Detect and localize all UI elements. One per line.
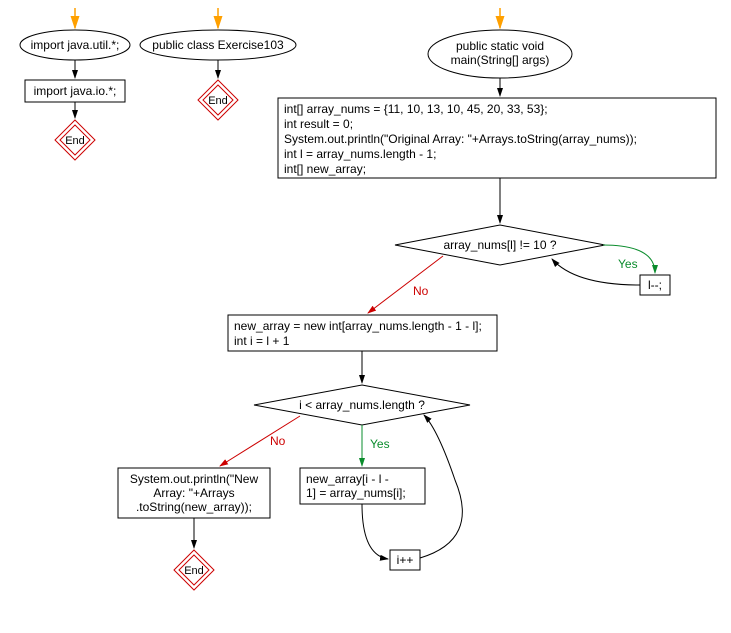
text-cond1: array_nums[l] != 10 ? [443,238,556,252]
edge-loop-2 [420,415,462,558]
text-init-l3: System.out.println("Original Array: "+Ar… [284,132,637,146]
text-newarray-l1: new_array = new int[array_nums.length - … [234,319,482,333]
text-iinc: i++ [397,553,414,567]
text-init-l4: int l = array_nums.length - 1; [284,147,436,161]
node-end-2: End [198,80,238,120]
text-assign-l2: 1] = array_nums[i]; [306,486,406,500]
label-yes-2: Yes [370,437,390,451]
text-end-2: End [208,95,228,107]
text-class: public class Exercise103 [152,38,284,52]
node-end-3: End [174,550,214,590]
text-import-io: import java.io.*; [34,84,117,98]
text-newarray-l2: int i = l + 1 [234,334,290,348]
text-print-l3: .toString(new_array)); [136,500,252,514]
edge-no-2 [220,416,300,466]
text-end-1: End [65,135,85,147]
text-ldec: l--; [648,278,662,292]
text-import-util: import java.util.*; [31,38,120,52]
text-main-l1: public static void [456,39,544,53]
text-cond2: i < array_nums.length ? [299,398,425,412]
text-init-l5: int[] new_array; [284,162,366,176]
node-end-1: End [55,120,95,160]
text-init-l1: int[] array_nums = {11, 10, 13, 10, 45, … [284,102,548,116]
text-print-l2: Array: "+Arrays [153,486,234,500]
edge-no [368,256,443,313]
text-print-l1: System.out.println("New [130,472,259,486]
text-assign-l1: new_array[i - l - [306,472,389,486]
text-init-l2: int result = 0; [284,117,353,131]
label-no-2: No [270,434,286,448]
text-end-3: End [184,565,204,577]
edge [362,504,388,559]
label-no: No [413,284,429,298]
label-yes: Yes [618,257,638,271]
text-main-l2: main(String[] args) [451,53,550,67]
